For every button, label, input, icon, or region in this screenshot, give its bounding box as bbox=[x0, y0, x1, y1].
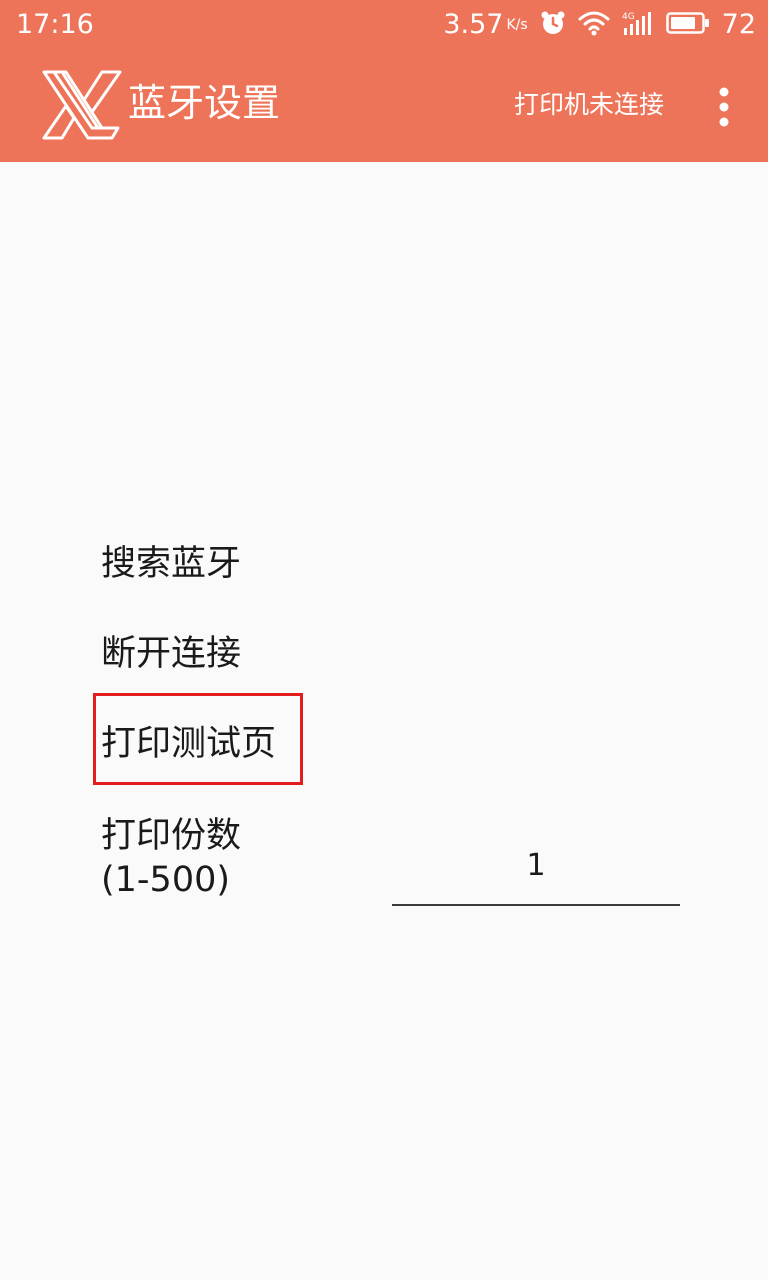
wifi-icon bbox=[578, 10, 610, 40]
toolbar: 蓝牙设置 打印机未连接 bbox=[0, 50, 768, 162]
status-bar: 17:16 3.57 K/s 4G 72 bbox=[0, 0, 768, 50]
overflow-menu-button[interactable] bbox=[700, 80, 748, 132]
print-copies-label: 打印份数 (1-500) bbox=[101, 814, 241, 902]
page-title: 蓝牙设置 bbox=[128, 81, 281, 125]
app-logo-x-icon bbox=[40, 66, 124, 144]
print-copies-label-text: 打印份数 bbox=[101, 816, 242, 856]
status-indicators: 3.57 K/s 4G 72 bbox=[443, 8, 756, 42]
network-speed-unit: K/s bbox=[506, 17, 528, 33]
battery-icon bbox=[665, 11, 710, 39]
svg-text:4G: 4G bbox=[622, 12, 635, 22]
battery-level: 72 bbox=[721, 9, 756, 40]
bluetooth-settings-screen: 17:16 3.57 K/s 4G 72 蓝牙设置 打印机未连接 搜索蓝牙 断开… bbox=[0, 0, 768, 1280]
print-copies-input[interactable] bbox=[392, 826, 680, 906]
overflow-menu-icon bbox=[719, 87, 729, 127]
alarm-icon bbox=[540, 10, 566, 40]
status-time: 17:16 bbox=[16, 9, 94, 40]
print-copies-range: (1-500) bbox=[101, 860, 231, 900]
app-header: 17:16 3.57 K/s 4G 72 蓝牙设置 打印机未连接 bbox=[0, 0, 768, 162]
network-speed: 3.57 bbox=[443, 9, 504, 40]
cellular-4g-icon: 4G bbox=[622, 10, 654, 40]
printer-connection-status: 打印机未连接 bbox=[513, 90, 664, 119]
print-test-page-button[interactable]: 打印测试页 bbox=[101, 722, 276, 766]
search-bluetooth-button[interactable]: 搜索蓝牙 bbox=[101, 542, 241, 586]
disconnect-button[interactable]: 断开连接 bbox=[101, 632, 241, 676]
